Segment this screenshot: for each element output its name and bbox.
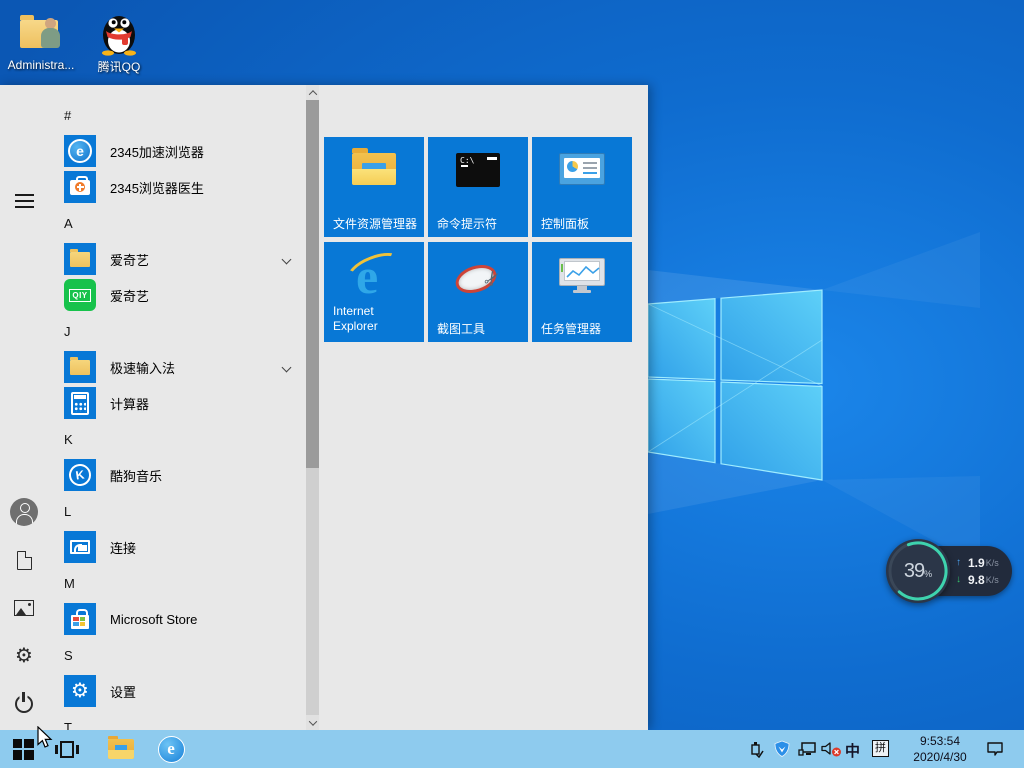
app-section-header[interactable]: # <box>48 97 304 133</box>
notification-bubble-icon <box>987 742 1003 756</box>
command-prompt-icon: C:\ <box>456 153 500 187</box>
ime-pinyin-badge[interactable]: 拼 <box>872 740 889 757</box>
gear-icon: ⚙ <box>15 645 33 667</box>
expand-menu-button[interactable] <box>0 177 48 225</box>
tile-file-explorer[interactable]: 文件资源管理器 <box>324 137 424 237</box>
user-folder-icon <box>17 8 65 56</box>
tile-snipping-tool[interactable]: ✂ 截图工具 <box>428 242 528 342</box>
file-explorer-icon <box>352 148 396 185</box>
browser-doctor-icon <box>64 171 96 203</box>
desktop-icon-qq[interactable]: 腾讯QQ <box>84 8 154 75</box>
tile-task-manager[interactable]: 任务管理器 <box>532 242 632 342</box>
calculator-icon <box>64 387 96 419</box>
settings-icon: ⚙ <box>64 675 96 707</box>
kugou-icon: K <box>64 459 96 491</box>
app-item-iqiyi[interactable]: QIY 爱奇艺 <box>48 277 304 313</box>
pictures-button[interactable] <box>0 584 48 632</box>
app-folder-jisu-ime[interactable]: 极速输入法 <box>48 349 304 385</box>
desktop-icon-label: 腾讯QQ <box>97 60 141 74</box>
usb-tray-button[interactable] <box>744 730 768 768</box>
user-account-button[interactable] <box>0 488 48 536</box>
shield-icon <box>774 740 790 757</box>
clock-date: 2020/4/30 <box>913 750 967 764</box>
desktop-icon-label: Administra... <box>7 58 75 72</box>
start-button[interactable] <box>8 730 38 768</box>
start-menu-rail: ⚙ <box>0 85 48 730</box>
documents-button[interactable] <box>0 536 48 584</box>
iqiyi-icon: QIY <box>64 279 96 311</box>
app-item-microsoft-store[interactable]: Microsoft Store <box>48 601 304 637</box>
task-view-icon <box>55 740 79 758</box>
scroll-down-button[interactable] <box>306 715 319 730</box>
settings-button[interactable]: ⚙ <box>0 632 48 680</box>
ethernet-icon <box>797 742 816 756</box>
browser-taskbar-button[interactable]: e <box>154 730 188 768</box>
network-tray-button[interactable] <box>795 730 819 768</box>
qq-penguin-icon <box>95 8 143 56</box>
app-list: # e 2345加速浏览器 2345浏览器医生 A 爱奇艺 QIY 爱奇艺 J … <box>48 97 304 730</box>
chevron-down-icon <box>308 716 317 726</box>
up-arrow-icon: ↑ <box>956 557 961 568</box>
security-tray-button[interactable] <box>770 730 794 768</box>
task-view-button[interactable] <box>52 730 82 768</box>
app-item-kugou[interactable]: K 酷狗音乐 <box>48 457 304 493</box>
app-list-scrollbar[interactable] <box>306 85 319 730</box>
app-item-settings[interactable]: ⚙ 设置 <box>48 673 304 709</box>
app-section-header[interactable]: S <box>48 637 304 673</box>
app-section-header[interactable]: J <box>48 313 304 349</box>
chevron-down-icon <box>281 362 292 373</box>
folder-icon <box>64 243 96 275</box>
app-section-header[interactable]: L <box>48 493 304 529</box>
internet-explorer-icon: e <box>343 246 405 302</box>
chevron-down-icon <box>281 254 292 265</box>
folder-icon <box>64 351 96 383</box>
tile-internet-explorer[interactable]: e Internet Explorer <box>324 242 424 342</box>
app-item-connect[interactable]: 连接 <box>48 529 304 565</box>
2345-browser-icon: e <box>64 135 96 167</box>
store-icon <box>64 603 96 635</box>
volume-muted-icon <box>821 741 841 756</box>
volume-tray-button[interactable] <box>819 730 845 768</box>
download-speed: ↓ 9.8 K/s <box>956 572 999 587</box>
clock-time: 9:53:54 <box>919 734 961 748</box>
tile-command-prompt[interactable]: C:\ 命令提示符 <box>428 137 528 237</box>
clock[interactable]: 9:53:54 2020/4/30 <box>896 733 984 765</box>
scrollbar-thumb[interactable] <box>306 100 319 468</box>
hamburger-icon <box>14 194 34 208</box>
taskbar: e 中 拼 9:53:54 2020/4/30 <box>0 730 1024 768</box>
picture-icon <box>14 600 34 616</box>
chevron-up-icon <box>308 89 317 99</box>
memory-usage-ball[interactable]: 39% <box>886 539 950 603</box>
snipping-tool-icon: ✂ <box>452 258 507 302</box>
app-item-2345-browser[interactable]: e 2345加速浏览器 <box>48 133 304 169</box>
control-panel-icon <box>559 153 605 185</box>
scroll-up-button[interactable] <box>306 85 319 100</box>
app-folder-iqiyi[interactable]: 爱奇艺 <box>48 241 304 277</box>
power-icon <box>15 692 33 713</box>
app-item-calculator[interactable]: 计算器 <box>48 385 304 421</box>
start-menu: ⚙ # e 2345加速浏览器 2345浏览器医生 A 爱奇艺 QIY 爱奇艺 … <box>0 85 648 730</box>
app-section-header[interactable]: K <box>48 421 304 457</box>
net-speed-widget[interactable]: ↑ 1.9 K/s ↓ 9.8 K/s 39% <box>886 539 1012 603</box>
power-button[interactable] <box>0 680 48 728</box>
connect-icon <box>64 531 96 563</box>
app-item-browser-doctor[interactable]: 2345浏览器医生 <box>48 169 304 205</box>
folder-icon <box>108 736 134 759</box>
file-explorer-taskbar-button[interactable] <box>104 730 138 768</box>
down-arrow-icon: ↓ <box>956 574 961 585</box>
app-section-header[interactable]: M <box>48 565 304 601</box>
action-center-button[interactable] <box>980 730 1010 768</box>
browser-e-icon: e <box>157 735 185 763</box>
tile-control-panel[interactable]: 控制面板 <box>532 137 632 237</box>
user-avatar-icon <box>10 498 38 526</box>
app-section-header[interactable]: T <box>48 709 304 731</box>
task-manager-icon <box>559 258 605 296</box>
document-icon <box>16 550 32 570</box>
upload-speed: ↑ 1.9 K/s <box>956 555 999 570</box>
ime-language-indicator[interactable]: 中 <box>845 740 860 761</box>
usb-eject-icon <box>751 741 764 758</box>
windows-start-icon <box>12 738 34 760</box>
app-section-header[interactable]: A <box>48 205 304 241</box>
desktop-icon-administrator[interactable]: Administra... <box>6 8 76 72</box>
